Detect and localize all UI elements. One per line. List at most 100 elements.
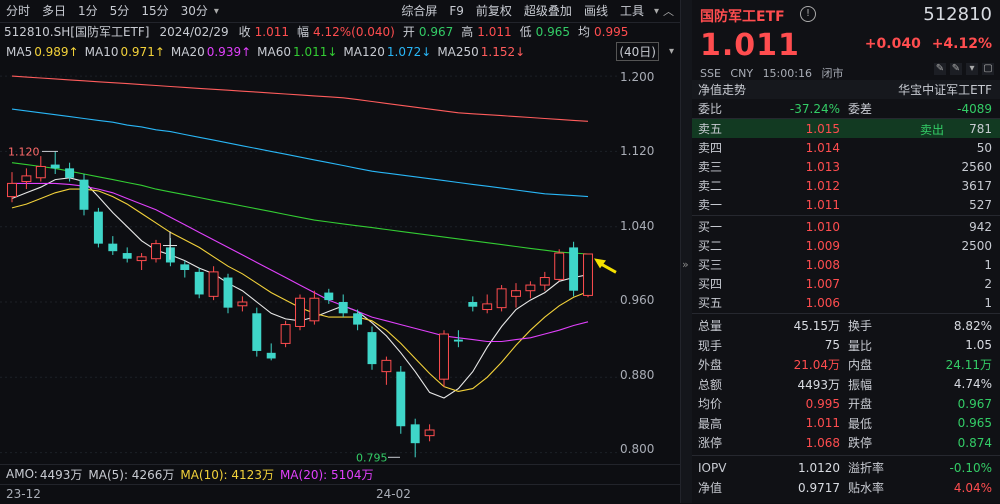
candle-body	[468, 302, 478, 307]
tab-intraday[interactable]: 分时	[0, 0, 36, 22]
forward-adjust-button[interactable]: 前复权	[470, 0, 518, 22]
collapse-up-icon[interactable]: ︿	[663, 3, 674, 19]
ma250-label[interactable]: MA250	[437, 45, 478, 59]
stat-value: 24.11万	[945, 358, 992, 372]
change-value: +0.040	[864, 36, 921, 52]
ask-price: 1.013	[805, 159, 840, 174]
ask-row: 卖三 1.013 2560	[692, 157, 1000, 176]
candlestick-chart[interactable]: 1.120 0.795	[0, 62, 620, 462]
amo-ma10: MA(10): 4123万	[180, 467, 274, 482]
tab-30min[interactable]: 30分	[175, 0, 214, 22]
change-percent: +4.12%	[931, 36, 992, 52]
price-axis: 1.200 1.120 1.040 0.960 0.880 0.800	[620, 62, 680, 462]
nav-trend-link[interactable]: 净值走势	[698, 81, 746, 98]
candle-body	[252, 313, 262, 351]
high-value: 1.011	[477, 24, 512, 39]
ma20-label[interactable]: MA20	[171, 45, 205, 59]
stat-label: 换手	[848, 319, 873, 333]
etf-stat-row: IOPV 1.0120 溢折率 -0.10%	[692, 458, 1000, 477]
low-value: 0.965	[535, 24, 570, 39]
super-overlay-button[interactable]: 超级叠加	[518, 0, 578, 22]
weicha-value: -4089	[957, 101, 992, 116]
stat-value: 1.068	[805, 435, 840, 450]
date-axis: 23-12 24-02	[0, 484, 680, 504]
stat-label: 溢折率	[848, 461, 885, 475]
bar-date: 2024/02/29	[159, 24, 229, 39]
ma10-value: 0.971↑	[120, 44, 165, 59]
market-meta: SSE CNY 15:00:16 闭市	[700, 65, 849, 81]
chevron-down-icon[interactable]: ▾	[214, 6, 219, 17]
candle-body	[295, 297, 305, 327]
ma120-value: 1.072↓	[386, 44, 432, 59]
bid-volume: 2	[984, 276, 992, 291]
ask-volume: 50	[976, 140, 992, 155]
stat-value: 45.15万	[793, 319, 840, 333]
ask-level-label: 卖五	[698, 122, 723, 136]
pencil-icon[interactable]: ✎	[934, 63, 946, 75]
avg-label: 均	[577, 25, 590, 39]
ask-row: 卖五 1.015 781	[692, 119, 1000, 138]
candle-body	[554, 252, 565, 280]
tools-button[interactable]: 工具	[614, 0, 650, 22]
low-label: 低	[519, 25, 532, 39]
chevron-down-icon[interactable]: ▾	[669, 46, 674, 57]
info-icon[interactable]: !	[800, 6, 816, 22]
composite-screen-button[interactable]: 综合屏	[395, 0, 443, 22]
weicha-label: 委差	[848, 102, 873, 116]
candle-body	[136, 256, 147, 262]
ma120-label[interactable]: MA120	[343, 45, 384, 59]
candle-body	[525, 284, 536, 292]
weibi-label: 委比	[698, 102, 723, 116]
draw-line-button[interactable]: 画线	[578, 0, 614, 22]
chevron-down-icon[interactable]: ▾	[654, 6, 659, 17]
nav-header-row[interactable]: 净值走势 华宝中证军工ETF	[692, 80, 1000, 99]
stat-label: 最高	[698, 416, 723, 431]
ma60-label[interactable]: MA60	[257, 45, 291, 59]
ma5-label[interactable]: MA5	[6, 45, 32, 59]
close-label: 收	[238, 25, 251, 39]
security-name: 国防军工ETF	[700, 9, 785, 25]
f9-button[interactable]: F9	[443, 0, 470, 22]
tab-15min[interactable]: 15分	[135, 0, 174, 22]
stat-value: 4493万	[797, 377, 840, 392]
axis-tick-label: 1.120	[620, 144, 655, 158]
ask-volume: 3617	[961, 178, 992, 193]
candle-body	[569, 247, 579, 291]
date-tick-label: 24-02	[376, 487, 411, 501]
chevron-down-icon[interactable]: ▾	[966, 63, 978, 75]
candle-body	[338, 302, 348, 314]
amo-ma20: MA(20): 5104万	[279, 467, 374, 482]
bid-row: 买二 1.009 2500	[692, 236, 1000, 255]
amp-value: 4.12%(0.040)	[313, 24, 395, 39]
candle-body	[35, 165, 46, 179]
candle-body	[266, 352, 276, 359]
ma-legend-row: MA5 0.989↑ MA10 0.971↑ MA20 0.939↑ MA60 1.01…	[0, 42, 680, 61]
candle-body	[21, 175, 32, 183]
candle-body	[79, 179, 89, 210]
candle-body	[381, 359, 392, 373]
price-change: +0.040 +4.12%	[865, 36, 992, 52]
stat-row: 最高 1.011 最低 0.965	[692, 414, 1000, 433]
pencil-icon[interactable]: ✎	[950, 63, 962, 75]
stat-label: 开盘	[848, 397, 873, 411]
bid-level-label: 买三	[698, 258, 723, 272]
kline-chart-area[interactable]: 分时 多日 1分 5分 15分 30分 ▾ 综合屏 F9 前复权 超级叠加 画线…	[0, 0, 680, 503]
candle-body	[583, 253, 593, 296]
stat-value: 1.0120	[798, 460, 840, 475]
tab-multiday[interactable]: 多日	[36, 0, 72, 22]
avg-value: 0.995	[594, 24, 629, 39]
stat-value: 75	[824, 338, 840, 352]
tab-5min[interactable]: 5分	[104, 0, 136, 22]
candle-body	[324, 292, 334, 301]
ma10-label[interactable]: MA10	[85, 45, 119, 59]
window-icon[interactable]: ▢	[982, 63, 994, 75]
axis-tick-label: 0.800	[620, 442, 655, 456]
candle-body	[439, 333, 449, 380]
chevron-right-icon[interactable]: »	[682, 258, 689, 271]
weibi-value: -37.24%	[789, 101, 840, 116]
security-code: 512810	[923, 4, 992, 25]
candle-body	[180, 264, 190, 270]
tab-1min[interactable]: 1分	[72, 0, 104, 22]
stat-value: 0.967	[957, 396, 992, 411]
period-count-badge[interactable]: (40日)	[616, 42, 659, 61]
